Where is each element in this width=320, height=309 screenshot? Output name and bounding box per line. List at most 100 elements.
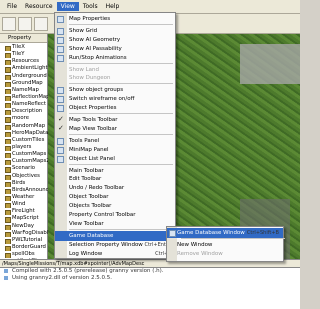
menu-item-label: Log Window <box>69 250 103 257</box>
menu-separator <box>69 23 173 25</box>
menu-item-object-list-panel[interactable]: Object List Panel <box>55 154 175 164</box>
menu-item-label: Objects Toolbar <box>69 203 112 210</box>
menu-resource[interactable]: Resource <box>21 2 57 11</box>
menu-item-label: MiniMap Panel <box>69 146 109 153</box>
tree-item[interactable]: players <box>0 144 48 152</box>
menu-shortcut: Ctrl+Shift+B <box>246 230 279 236</box>
menu-file[interactable]: File <box>3 2 21 11</box>
menu-separator <box>69 113 173 114</box>
log-console: Compiled with 2.5.0.5 (prerelease) grann… <box>0 267 300 309</box>
menu-item-label: Show Land <box>69 66 100 73</box>
tree-item[interactable]: Objectives <box>0 173 48 180</box>
menu-item-label: Game Database <box>69 232 114 239</box>
tree-item[interactable]: Underground <box>0 73 48 80</box>
tree-item[interactable]: CustomMaps2 <box>0 158 48 166</box>
open-file-icon[interactable] <box>18 16 32 31</box>
menu-item-label: Show object groups <box>69 87 124 94</box>
menu-item-object-properties[interactable]: Object Properties <box>55 103 175 113</box>
menu-item-label: Property Control Toolbar <box>69 212 136 218</box>
tree-item[interactable]: NameMap <box>0 87 48 94</box>
tree-item[interactable]: Scenario <box>0 165 48 173</box>
tree-item[interactable]: BorderGuard <box>0 244 48 252</box>
map-properties-icon <box>57 16 64 23</box>
menu-view[interactable]: View <box>56 2 79 11</box>
menu-item-label: Selection Property Window <box>69 241 143 248</box>
tree-item[interactable]: NameReflect <box>0 101 48 109</box>
new-file-icon[interactable] <box>2 16 16 31</box>
menu-item-label: Show AI Geometry <box>69 36 121 43</box>
tree-item[interactable]: GroundMap <box>0 80 48 87</box>
menu-item-log-window[interactable]: Log Window Ctrl+L <box>55 249 175 259</box>
tree-item[interactable]: spellObs <box>0 251 48 259</box>
tree-item[interactable]: WarFogDisable <box>0 230 48 237</box>
menu-item-view-toolbar[interactable]: View Toolbar <box>55 219 175 229</box>
console-line: Using granny2.dll of version 2.5.0.5. <box>0 275 300 282</box>
menu-separator <box>69 163 173 165</box>
tree-item[interactable]: MapScript <box>0 215 48 223</box>
tree-item[interactable]: HeroMapData <box>0 130 48 137</box>
property-panel: Property TileX TileY Resources AmbientLight… <box>0 34 48 266</box>
menu-item-label: Run/Stop Animations <box>69 54 127 61</box>
menu-item-label: Undo / Redo Toolbar <box>69 185 125 192</box>
menu-item-label: Map View Toolbar <box>69 125 117 132</box>
view-menu-dropdown: Map Properties Show Grid Show AI Geometry S… <box>54 12 176 259</box>
animation-icon <box>57 54 64 62</box>
menu-item-label: Switch wireframe on/off <box>69 96 135 103</box>
save-icon[interactable] <box>34 16 48 31</box>
menu-item-label: Object Toolbar <box>69 194 109 201</box>
menu-tools[interactable]: Tools <box>79 2 102 11</box>
object-list-icon <box>57 155 64 163</box>
menu-help[interactable]: Help <box>102 2 124 11</box>
tree-item[interactable]: Description <box>0 108 48 116</box>
menu-item-label: Object List Panel <box>69 155 115 162</box>
menu-item-label: Edit Toolbar <box>69 176 102 183</box>
tree-item[interactable]: RandomMap <box>0 123 48 130</box>
menu-item-label: Tools Panel <box>69 137 100 144</box>
menu-item-label: Map Properties <box>69 16 111 22</box>
menu-separator <box>69 62 173 64</box>
menu-item-game-database-window[interactable]: Game Database Window Ctrl+Shift+B <box>167 228 283 238</box>
menu-item-label: Object Properties <box>69 105 117 112</box>
menu-separator <box>69 133 173 135</box>
tree-item[interactable]: TileX <box>0 44 48 52</box>
terrain-rock <box>240 44 300 84</box>
tree-item[interactable]: CustomMaps <box>0 151 48 159</box>
tree-item[interactable]: Resources <box>0 58 48 66</box>
menu-item-label: Show AI Passability <box>69 45 122 52</box>
tree-item[interactable]: Birds <box>0 180 48 187</box>
tree-item[interactable]: Weather <box>0 194 48 202</box>
check-icon: ✓ <box>58 115 64 123</box>
database-icon <box>169 230 176 237</box>
object-properties-icon <box>57 105 64 113</box>
tree-item[interactable]: Wind <box>0 201 48 209</box>
menu-item-label: New Window <box>177 242 213 248</box>
tree-item[interactable]: AmbientLight <box>0 65 48 73</box>
property-tab[interactable]: Property <box>0 34 47 43</box>
menu-item-label: Remove Window <box>177 251 223 257</box>
game-database-submenu: Game Database Window Ctrl+Shift+B New Wind… <box>166 226 285 262</box>
menu-separator <box>69 228 173 230</box>
menu-item-label: Game Database Window <box>177 230 245 236</box>
tree-item[interactable]: BirdsAnnouncer <box>0 187 48 194</box>
menu-item-map-properties[interactable]: Map Properties <box>55 14 175 24</box>
property-tree: TileX TileY Resources AmbientLight Undergrou… <box>0 44 48 266</box>
menu-item-remove-window: Remove Window <box>167 249 283 259</box>
menu-item-label: Show Grid <box>69 27 98 34</box>
tree-item[interactable]: moore <box>0 115 48 123</box>
check-icon: ✓ <box>58 123 64 132</box>
tree-item[interactable]: NewDay <box>0 223 48 230</box>
tree-item[interactable]: CustomTiles <box>0 137 48 144</box>
tree-item[interactable]: TileY <box>0 51 48 59</box>
tree-item[interactable]: ReflectionMap <box>0 94 48 102</box>
console-line: Compiled with 2.5.0.5 (prerelease) grann… <box>0 268 300 275</box>
menu-item-label: Main Toolbar <box>69 167 104 174</box>
menu-item-show-dungeon: Show Dungeon <box>55 73 175 83</box>
menu-separator <box>69 83 173 85</box>
menu-item-label: Show Dungeon <box>69 75 111 82</box>
tree-item[interactable]: PWLTutorial <box>0 237 48 244</box>
tree-item[interactable]: FireLight <box>0 208 48 216</box>
menu-item-label: Map Tools Toolbar <box>69 117 118 123</box>
menu-item-label: View Toolbar <box>69 220 104 227</box>
menu-item-map-view-toolbar[interactable]: ✓ Map View Toolbar <box>55 124 175 134</box>
menu-item-run-stop-animations[interactable]: Run/Stop Animations <box>55 53 175 63</box>
